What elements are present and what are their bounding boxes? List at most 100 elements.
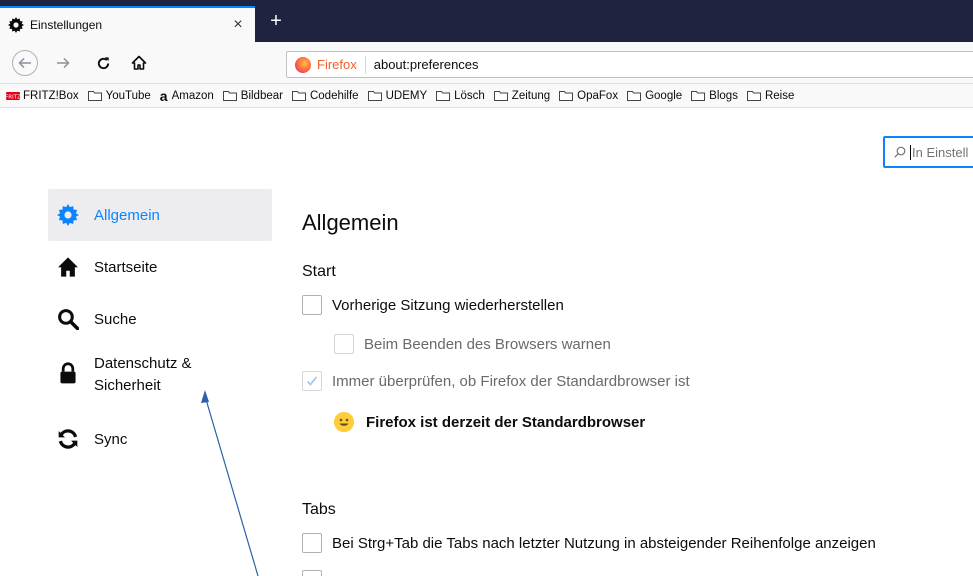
url-separator [364, 55, 366, 74]
url-text: about:preferences [373, 57, 479, 72]
preferences-search-input[interactable]: In Einstell [883, 136, 973, 168]
amazon-icon: a [159, 87, 168, 104]
smiley-icon [334, 412, 354, 432]
arrow-right-icon [57, 57, 70, 69]
forward-button[interactable] [50, 50, 76, 76]
bookmark-loesch[interactable]: Lösch [436, 90, 485, 102]
firefox-logo-icon [295, 56, 311, 73]
ctrl-tab-option[interactable]: Bei Strg+Tab die Tabs nach letzter Nutzu… [302, 533, 876, 553]
bookmark-youtube[interactable]: YouTube [87, 89, 151, 102]
sidebar-item-label: Suche [94, 310, 137, 328]
folder-icon [436, 91, 451, 101]
sidebar-item-startseite[interactable]: Startseite [48, 241, 272, 293]
bookmark-label: Codehilfe [309, 89, 359, 102]
bookmark-label: FRITZ!Box [23, 89, 79, 102]
bookmark-google[interactable]: Google [627, 90, 682, 102]
sidebar-item-sync[interactable]: Sync [48, 413, 272, 465]
restore-session-label: Vorherige Sitzung wiederherstellen [332, 296, 564, 314]
folder-icon [87, 91, 102, 101]
page-title: Allgemein [302, 210, 399, 235]
folder-icon [559, 91, 574, 101]
bookmark-label: YouTube [105, 89, 151, 102]
sidebar-item-datenschutz[interactable]: Datenschutz & Sicherheit [48, 345, 272, 413]
reload-button[interactable] [90, 50, 116, 76]
start-heading: Start [302, 263, 336, 280]
sidebar-item-label-line2: Sicherheit [94, 377, 161, 394]
close-tab-button[interactable]: × [229, 16, 247, 34]
bookmark-label: Amazon [171, 89, 214, 102]
check-default-checkbox [302, 371, 322, 391]
ctrl-tab-label: Bei Strg+Tab die Tabs nach letzter Nutzu… [332, 534, 876, 552]
bookmarks-toolbar: FRITZ FRITZ!Box YouTube a Amazon Bildbea… [0, 84, 973, 108]
bookmark-label: UDEMY [385, 89, 428, 102]
folder-icon [493, 91, 508, 101]
folder-icon [291, 91, 306, 101]
bookmark-blogs[interactable]: Blogs [691, 90, 738, 102]
bookmark-label: OpaFox [577, 89, 619, 102]
restore-session-checkbox[interactable] [302, 295, 322, 315]
home-button[interactable] [126, 50, 152, 76]
default-browser-text: Firefox ist derzeit der Standardbrowser [366, 413, 646, 431]
sidebar-item-label: Allgemein [94, 206, 160, 224]
search-icon [56, 307, 80, 331]
identity-label: Firefox [317, 57, 357, 72]
sidebar-item-label: Sync [94, 430, 128, 448]
folder-icon [627, 91, 642, 101]
arrow-left-icon [18, 57, 31, 69]
svg-text:FRITZ: FRITZ [6, 94, 20, 100]
default-browser-status: Firefox ist derzeit der Standardbrowser [334, 412, 645, 432]
tab-bar: Einstellungen × + [0, 0, 973, 42]
warn-on-quit-option: Beim Beenden des Browsers warnen [334, 334, 611, 354]
bookmark-label: Bildbear [240, 89, 283, 102]
search-icon [894, 146, 906, 158]
bookmark-label: Blogs [709, 89, 738, 102]
new-tab-button[interactable]: + [262, 8, 290, 36]
bookmark-reise[interactable]: Reise [746, 89, 795, 102]
bookmark-udemy[interactable]: UDEMY [367, 89, 428, 102]
bookmark-label: Lösch [454, 89, 485, 102]
warn-on-quit-label: Beim Beenden des Browsers warnen [364, 335, 611, 353]
folder-icon [746, 91, 761, 101]
sync-icon [56, 427, 80, 451]
restore-session-option[interactable]: Vorherige Sitzung wiederherstellen [302, 295, 564, 315]
fritz-icon: FRITZ [6, 91, 20, 100]
folder-icon [222, 91, 237, 101]
url-bar[interactable]: Firefox about:preferences [286, 51, 973, 78]
bookmark-amazon[interactable]: a Amazon [160, 89, 214, 103]
folder-icon [691, 91, 706, 101]
sidebar-item-label-line1: Datenschutz & [94, 355, 192, 372]
bookmark-fritzbox[interactable]: FRITZ FRITZ!Box [6, 90, 79, 102]
bookmark-codehilfe[interactable]: Codehilfe [291, 89, 359, 102]
tab-title: Einstellungen [30, 18, 103, 32]
reload-icon [97, 56, 109, 69]
check-default-option: Immer überprüfen, ob Firefox der Standar… [302, 371, 690, 391]
bookmark-zeitung[interactable]: Zeitung [493, 90, 550, 102]
next-option-checkbox[interactable] [302, 570, 322, 576]
lock-icon [56, 361, 80, 385]
sidebar-item-label: Datenschutz & Sicherheit [94, 353, 192, 397]
nav-bar: Firefox about:preferences [0, 42, 973, 84]
back-button[interactable] [12, 50, 38, 76]
check-default-label: Immer überprüfen, ob Firefox der Standar… [332, 372, 690, 390]
gear-icon [56, 203, 80, 227]
gear-icon [8, 17, 24, 33]
categories-sidebar: Allgemein Startseite Suche Datenschutz &… [48, 189, 272, 465]
sidebar-item-suche[interactable]: Suche [48, 293, 272, 345]
ctrl-tab-checkbox[interactable] [302, 533, 322, 553]
text-cursor [910, 144, 911, 160]
tab-preferences[interactable]: Einstellungen × [0, 6, 255, 42]
warn-on-quit-checkbox [334, 334, 354, 354]
sidebar-item-label: Startseite [94, 258, 158, 276]
home-icon [131, 55, 147, 70]
folder-icon [367, 91, 382, 101]
search-placeholder: In Einstell [912, 144, 969, 160]
home-icon [56, 255, 80, 279]
next-option[interactable] [302, 570, 332, 576]
bookmark-label: Google [645, 89, 683, 102]
tabs-heading: Tabs [302, 501, 336, 518]
bookmark-bildbear[interactable]: Bildbear [222, 89, 283, 102]
bookmark-opafox[interactable]: OpaFox [559, 90, 618, 102]
checkmark-icon [306, 376, 318, 386]
bookmark-label: Reise [764, 89, 795, 102]
sidebar-item-allgemein[interactable]: Allgemein [48, 189, 272, 241]
